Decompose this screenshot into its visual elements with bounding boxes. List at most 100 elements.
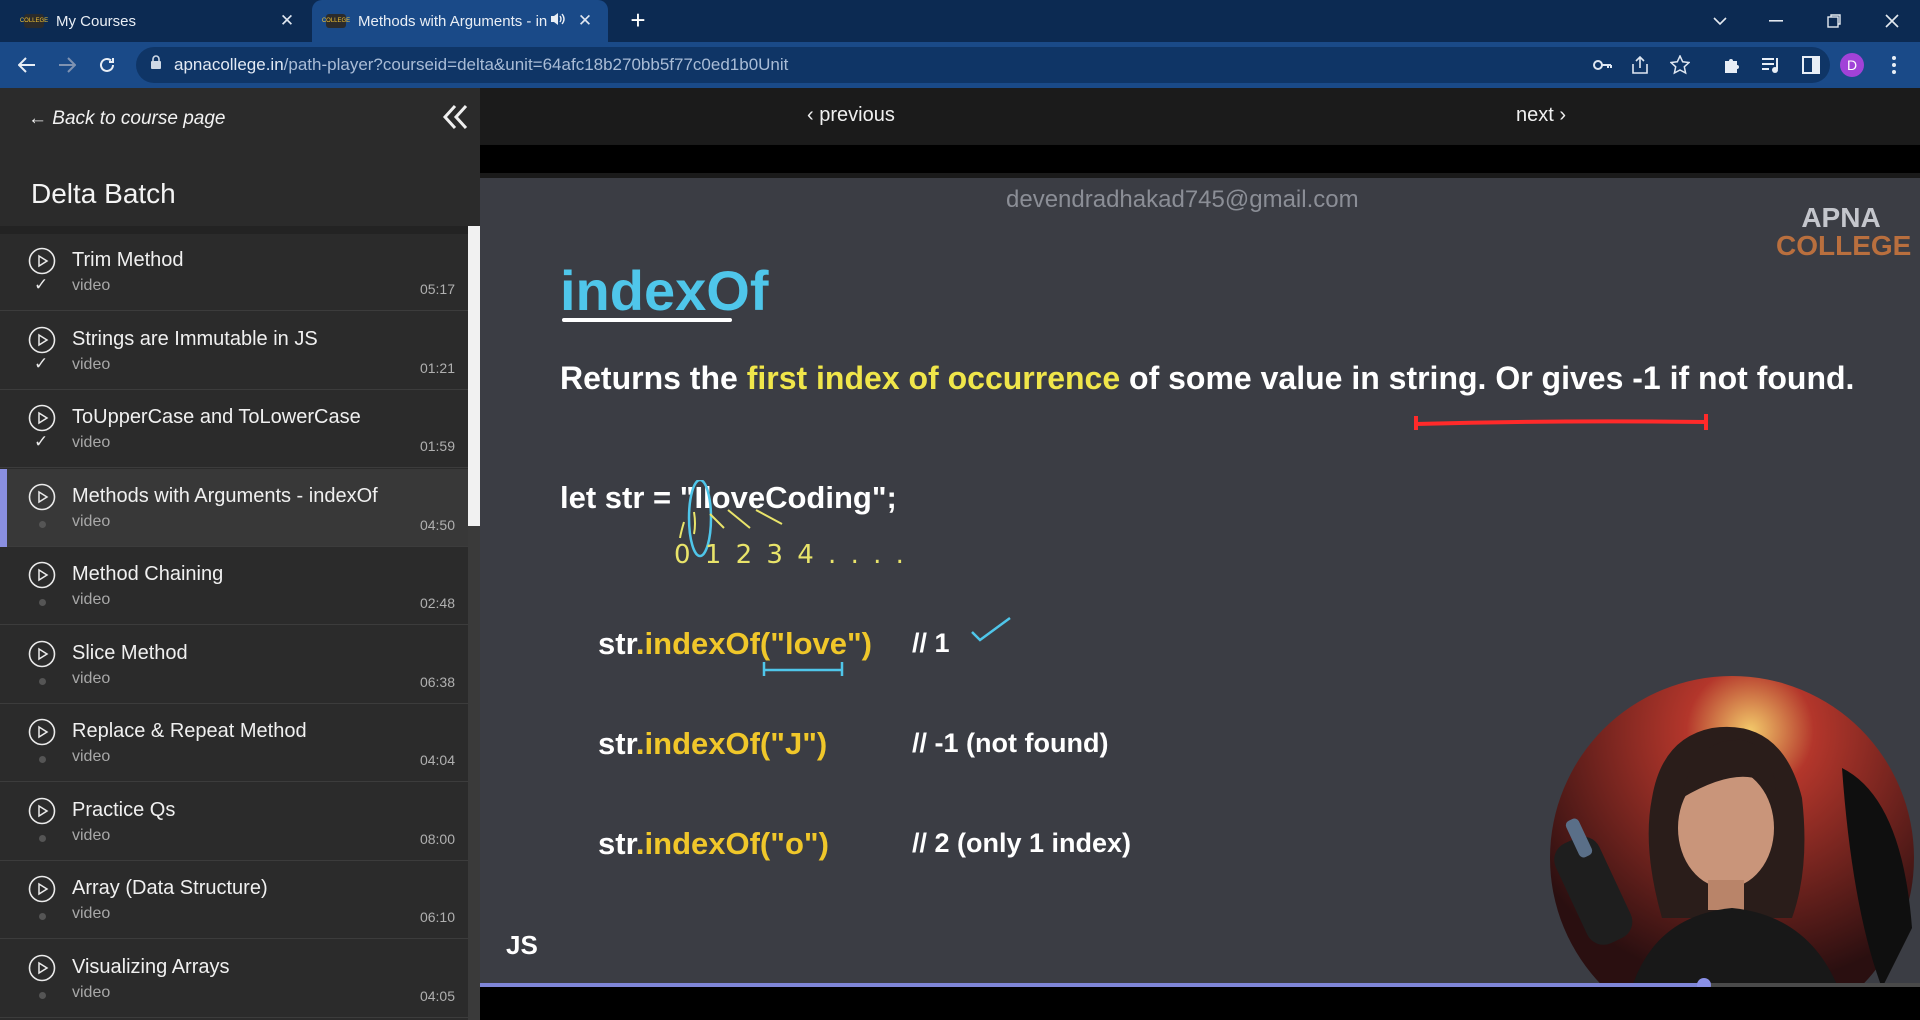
lesson-type: video — [72, 748, 111, 765]
example-comment-3: // 2 (only 1 index) — [912, 828, 1132, 858]
lesson-item[interactable]: Method Chaining video 02:48 — [0, 547, 468, 625]
share-icon[interactable] — [1630, 55, 1650, 75]
media-queue-icon[interactable] — [1759, 53, 1783, 77]
close-tab-icon[interactable]: ✕ — [278, 11, 296, 31]
browser-tab-strip: COLLEGE My Courses ✕ COLLEGE Methods wit… — [0, 0, 1920, 42]
tab-my-courses[interactable]: COLLEGE My Courses ✕ — [10, 0, 310, 42]
lesson-type: video — [72, 905, 111, 922]
lesson-duration: 04:04 — [419, 752, 455, 768]
lesson-type: video — [72, 434, 111, 451]
status-dot-icon — [39, 992, 46, 999]
course-sidebar: ← Back to course page Delta Batch Trim M… — [0, 88, 480, 1020]
lock-icon[interactable] — [150, 55, 162, 75]
lesson-type: video — [72, 670, 111, 687]
play-circle-icon — [28, 404, 56, 432]
lesson-duration: 01:59 — [419, 438, 455, 454]
status-dot-icon — [39, 756, 46, 763]
play-circle-icon — [28, 483, 56, 511]
address-bar[interactable]: apnacollege.in/path-player?courseid=delt… — [136, 47, 1830, 83]
lesson-title: Array (Data Structure) — [72, 877, 268, 899]
slide-description: Returns the first index of occurrence of… — [560, 360, 1855, 396]
tab-title: Methods with Arguments - in — [358, 12, 548, 30]
kebab-menu-icon[interactable] — [1882, 53, 1906, 77]
status-dot-icon — [39, 913, 46, 920]
tab-methods-with-arguments[interactable]: COLLEGE Methods with Arguments - in ✕ — [312, 0, 608, 42]
restore-button[interactable] — [1806, 0, 1862, 42]
extensions-puzzle-icon[interactable] — [1720, 53, 1744, 77]
js-footer-label: JS — [506, 930, 538, 960]
bookmark-star-icon[interactable] — [1669, 54, 1691, 75]
email-watermark: devendradhakad745@gmail.com — [1006, 186, 1359, 213]
completed-check-icon: ✓ — [34, 432, 49, 451]
play-circle-icon — [28, 247, 56, 275]
previous-button[interactable]: ‹ previous — [807, 104, 895, 127]
lesson-duration: 05:17 — [419, 281, 455, 297]
video-controls-area — [480, 987, 1920, 1020]
lesson-duration: 06:10 — [419, 909, 455, 925]
play-circle-icon — [28, 797, 56, 825]
lesson-type: video — [72, 513, 111, 530]
lesson-item[interactable]: Visualizing Arrays video 04:05 — [0, 940, 468, 1018]
back-to-course-link[interactable]: ← Back to course page — [28, 108, 226, 130]
lesson-title: Replace & Repeat Method — [72, 720, 307, 742]
tab-title: My Courses — [56, 12, 137, 30]
lesson-item[interactable]: Array (Data Structure) video 06:10 — [0, 861, 468, 939]
lesson-type: video — [72, 827, 111, 844]
lesson-duration: 02:48 — [419, 595, 455, 611]
scrollbar-thumb[interactable] — [468, 226, 480, 526]
lesson-type: video — [72, 356, 111, 373]
side-panel-icon[interactable] — [1799, 53, 1823, 77]
play-circle-icon — [28, 640, 56, 668]
reload-icon[interactable] — [92, 50, 122, 80]
play-circle-icon — [28, 718, 56, 746]
lesson-type: video — [72, 591, 111, 608]
video-player[interactable]: devendradhakad745@gmail.com APNA COLLEGE… — [480, 178, 1920, 983]
lesson-duration: 06:38 — [419, 674, 455, 690]
lesson-item[interactable]: Strings are Immutable in JS video 01:21 ✓ — [0, 312, 468, 390]
slide-title: indexOf — [560, 259, 769, 322]
example-comment-1: // 1 — [912, 628, 950, 658]
lesson-item[interactable]: Trim Method video 05:17 ✓ — [0, 233, 468, 311]
title-underline — [562, 318, 732, 322]
status-dot-icon — [39, 599, 46, 606]
lesson-title: Practice Qs — [72, 799, 176, 821]
speaker-icon[interactable] — [550, 12, 568, 30]
lesson-title: Strings are Immutable in JS — [72, 328, 318, 350]
lesson-duration: 08:00 — [419, 831, 455, 847]
new-tab-button[interactable]: + — [624, 6, 652, 34]
red-annotation-underline — [1414, 414, 1708, 430]
play-circle-icon — [28, 954, 56, 982]
tab-search-icon[interactable] — [1692, 0, 1748, 42]
close-window-button[interactable] — [1864, 0, 1920, 42]
lesson-title: Slice Method — [72, 642, 188, 664]
handwritten-indices: 0 1 2 3 4 . . . . — [674, 540, 904, 570]
collapse-sidebar-icon[interactable] — [440, 102, 470, 132]
lesson-duration: 04:05 — [419, 988, 455, 1004]
lesson-item[interactable]: Slice Method video 06:38 — [0, 626, 468, 704]
play-circle-icon — [28, 326, 56, 354]
lesson-item[interactable]: Practice Qs video 08:00 — [0, 783, 468, 861]
profile-avatar[interactable]: D — [1840, 53, 1864, 77]
key-icon[interactable] — [1592, 55, 1612, 75]
minimize-button[interactable] — [1748, 0, 1804, 42]
lesson-title: Method Chaining — [72, 563, 224, 585]
completed-check-icon: ✓ — [34, 275, 49, 294]
next-button[interactable]: next › — [1516, 104, 1566, 127]
play-circle-icon — [28, 875, 56, 903]
lesson-title: Methods with Arguments - indexOf — [72, 485, 378, 507]
presenter-webcam-image — [1550, 676, 1914, 983]
annotation-check-mark — [971, 616, 1011, 642]
lesson-duration: 01:21 — [419, 360, 455, 376]
play-circle-icon — [28, 561, 56, 589]
apna-college-logo: APNA COLLEGE — [1776, 202, 1912, 261]
forward-arrow-icon[interactable] — [52, 50, 82, 80]
example-code-3: str.indexOf("o") — [598, 826, 829, 861]
completed-check-icon: ✓ — [34, 354, 49, 373]
lesson-item[interactable]: ToUpperCase and ToLowerCase video 01:59 ✓ — [0, 390, 468, 468]
back-arrow-icon[interactable] — [12, 50, 42, 80]
close-tab-icon[interactable]: ✕ — [576, 11, 594, 31]
course-title: Delta Batch — [31, 178, 176, 209]
lesson-item[interactable]: Methods with Arguments - indexOf video 04:… — [0, 469, 468, 547]
lesson-type: video — [72, 277, 111, 294]
lesson-item[interactable]: Replace & Repeat Method video 04:04 — [0, 704, 468, 782]
